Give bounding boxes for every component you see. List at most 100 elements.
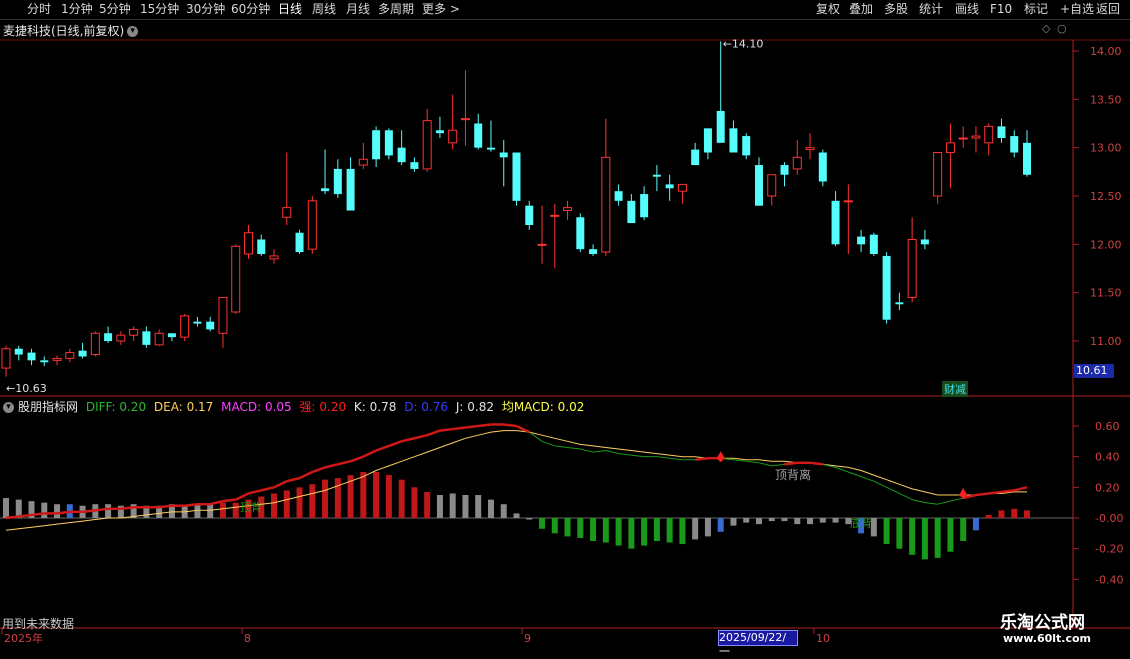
finance-tag[interactable]: 财减 bbox=[942, 381, 968, 397]
diff-segment bbox=[248, 489, 262, 495]
divergence-top-label: 顶背离 bbox=[775, 467, 811, 482]
candle-body bbox=[1010, 136, 1019, 153]
macd-bar bbox=[309, 484, 316, 518]
macd-bar bbox=[1011, 508, 1018, 518]
macd-bar bbox=[717, 518, 724, 532]
candle-body bbox=[295, 232, 304, 253]
macd-bar bbox=[334, 478, 341, 518]
diff-segment bbox=[631, 454, 645, 458]
macd-bar bbox=[947, 518, 954, 552]
candle-body bbox=[805, 147, 815, 151]
candle-body bbox=[65, 352, 75, 359]
candle-body bbox=[358, 158, 368, 166]
candle-body bbox=[831, 200, 840, 245]
legend-d: D: 0.76 bbox=[404, 400, 449, 414]
candle-body bbox=[14, 348, 23, 355]
diff-segment bbox=[375, 444, 390, 452]
candle-body bbox=[984, 125, 994, 144]
candle-body bbox=[792, 156, 802, 170]
date-label: 8 bbox=[244, 632, 251, 645]
macd-bar bbox=[462, 495, 469, 518]
legend-dea: DEA: 0.17 bbox=[153, 400, 214, 414]
diff-segment bbox=[56, 510, 70, 515]
macd-bar bbox=[398, 479, 405, 518]
diff-segment bbox=[426, 429, 441, 437]
candle-body bbox=[525, 205, 534, 225]
macd-bar bbox=[283, 490, 290, 518]
candle-body bbox=[435, 130, 444, 134]
watermark-title: 乐淘公式网 bbox=[1000, 613, 1085, 633]
diff-segment bbox=[924, 502, 938, 505]
candle-body bbox=[754, 165, 763, 206]
diff-segment bbox=[31, 512, 45, 517]
candle-body bbox=[869, 234, 878, 254]
macd-bar bbox=[653, 518, 660, 541]
diff-segment bbox=[605, 450, 619, 455]
candle-body bbox=[307, 200, 317, 250]
candle-body bbox=[703, 128, 712, 153]
candle-body bbox=[129, 328, 139, 336]
candle-body bbox=[589, 249, 598, 254]
macd-bar bbox=[296, 487, 303, 518]
candle-body bbox=[945, 142, 955, 153]
diff-segment bbox=[388, 440, 403, 448]
macd-bar bbox=[360, 472, 367, 518]
diff-segment bbox=[286, 476, 300, 483]
diff-segment bbox=[452, 426, 466, 431]
price-tick-label: 13.50 bbox=[1090, 93, 1122, 106]
diff-segment bbox=[1013, 486, 1028, 492]
candle-body bbox=[895, 302, 904, 305]
candle-body bbox=[882, 255, 891, 320]
chart-canvas: 14.00 13.50 13.00 12.50 12.00 11.50 11.00 ←14.1… bbox=[0, 37, 1130, 645]
macd-bar bbox=[449, 493, 456, 518]
diff-segment bbox=[350, 455, 364, 463]
diff-segment bbox=[362, 449, 377, 458]
diff-segment bbox=[873, 480, 887, 488]
diff-segment bbox=[1001, 489, 1015, 494]
candle-body bbox=[218, 297, 228, 334]
low-annotation: ←10.63 bbox=[6, 382, 47, 395]
candle-body bbox=[907, 239, 917, 298]
candle-body bbox=[677, 183, 687, 192]
macd-bar bbox=[819, 518, 826, 523]
diff-segment bbox=[580, 448, 594, 453]
candle-body bbox=[231, 245, 241, 313]
indicator-name[interactable]: 股朋指标网 bbox=[18, 400, 78, 414]
diff-segment bbox=[324, 463, 339, 469]
candle-body bbox=[474, 123, 483, 148]
high-annotation: ←14.10 bbox=[723, 37, 764, 50]
diff-segment bbox=[401, 437, 415, 443]
candle-body bbox=[372, 130, 381, 160]
candle-body bbox=[448, 129, 458, 144]
candle-body bbox=[410, 162, 419, 169]
diff-segment bbox=[260, 486, 275, 492]
macd-bar bbox=[985, 514, 992, 518]
macd-bar bbox=[526, 518, 533, 520]
candle-body bbox=[601, 156, 611, 253]
candle-body bbox=[78, 350, 87, 357]
price-tick-label: 11.50 bbox=[1090, 287, 1122, 300]
diff-segment bbox=[95, 507, 109, 512]
candle-body bbox=[40, 360, 49, 363]
candle-body bbox=[257, 239, 266, 254]
macd-tick-label: 0.60 bbox=[1095, 420, 1120, 433]
macd-bar bbox=[436, 495, 443, 518]
indicator-chevron-icon[interactable]: ▾ bbox=[3, 402, 14, 413]
diff-segment bbox=[848, 471, 862, 478]
candle-body bbox=[154, 332, 164, 346]
diff-segment bbox=[478, 423, 492, 428]
candle-body bbox=[843, 200, 853, 203]
macd-bar bbox=[960, 518, 967, 541]
price-tick-label: 12.00 bbox=[1090, 238, 1122, 251]
macd-bar bbox=[896, 518, 903, 549]
legend-diff: DIFF: 0.20 bbox=[85, 400, 147, 414]
macd-bar bbox=[194, 504, 201, 518]
diff-segment bbox=[695, 456, 709, 461]
macd-bar bbox=[781, 518, 788, 522]
candle-body bbox=[512, 152, 521, 201]
candle-body bbox=[971, 135, 981, 139]
candle-body bbox=[576, 217, 585, 250]
macd-bar bbox=[832, 518, 839, 523]
diff-segment bbox=[5, 515, 19, 520]
diff-segment bbox=[656, 456, 670, 459]
